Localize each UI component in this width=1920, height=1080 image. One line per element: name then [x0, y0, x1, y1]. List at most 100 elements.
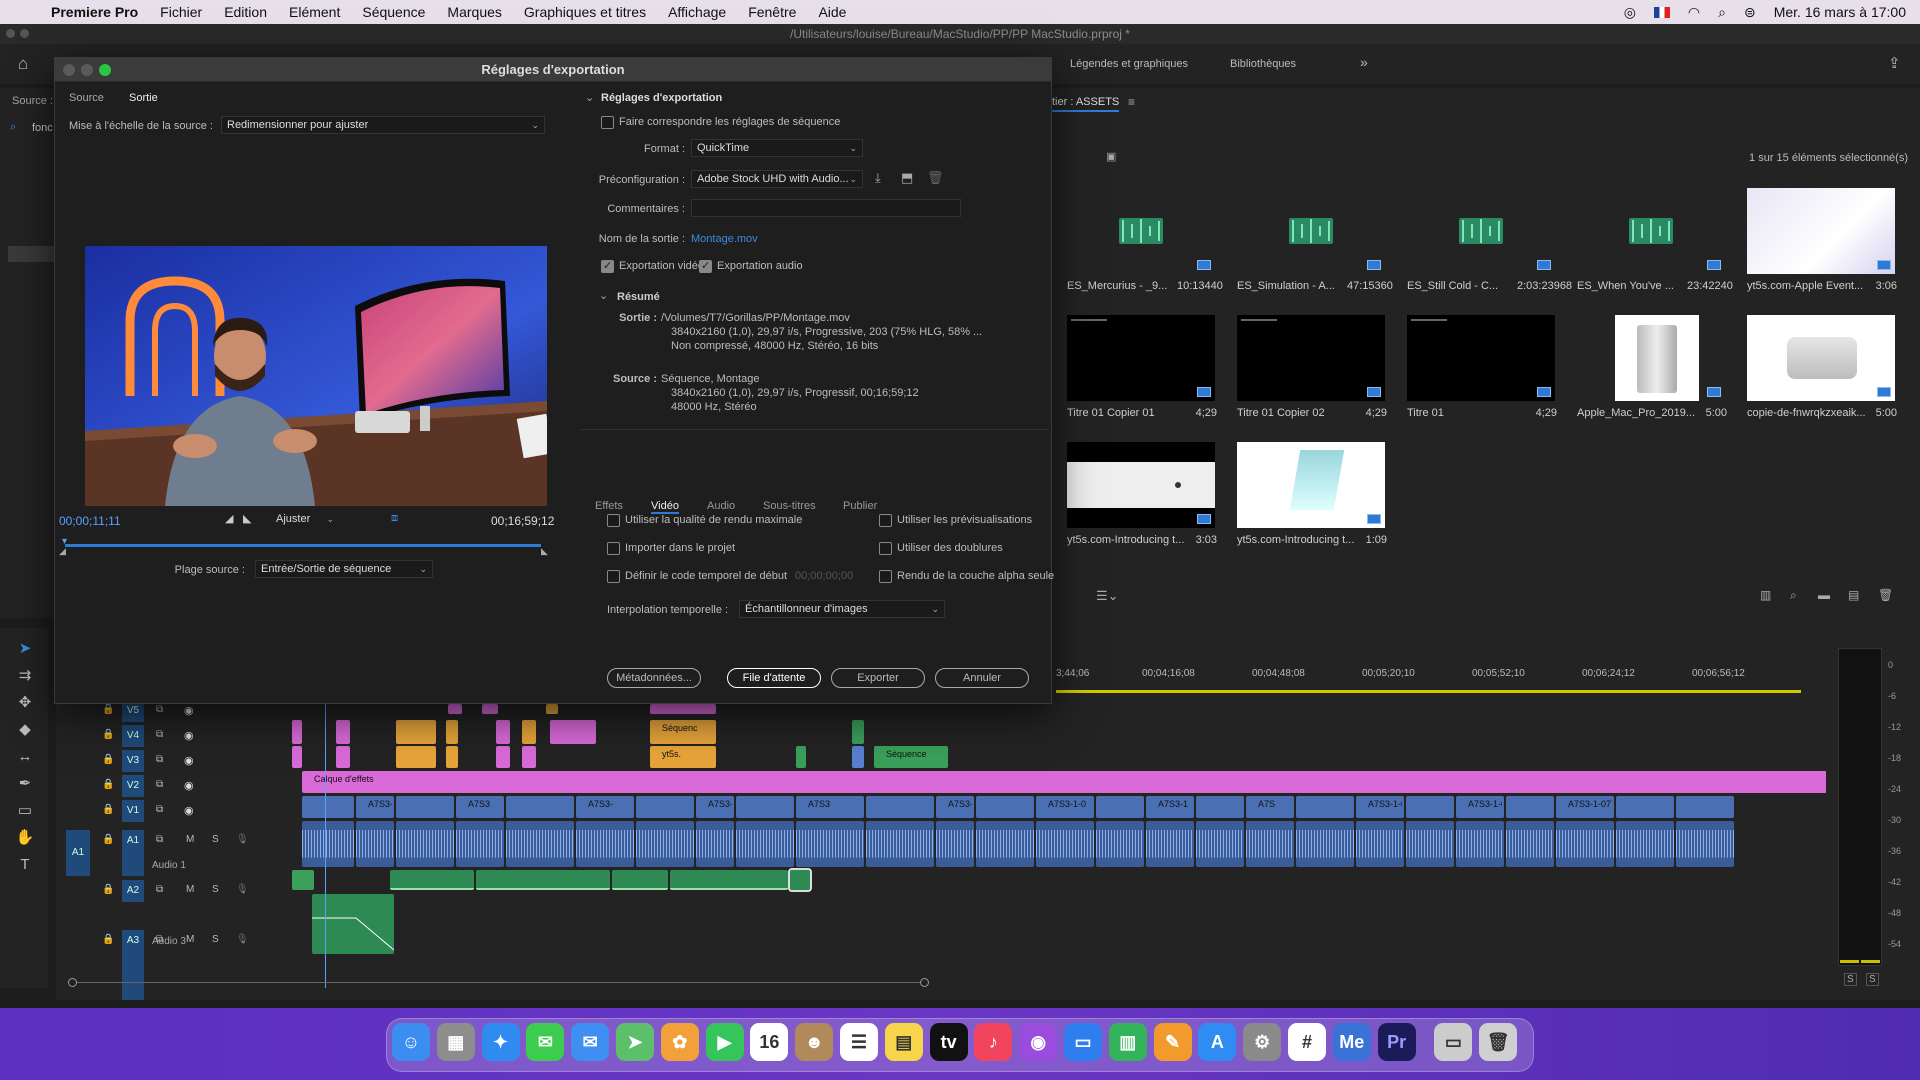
clip-v1[interactable]: A7S3-1-0773. — [1356, 796, 1404, 818]
solo-button[interactable]: S — [212, 884, 219, 895]
eye-icon[interactable]: ◉ — [184, 779, 194, 792]
clip-v3[interactable] — [522, 746, 536, 768]
tab-effects[interactable]: Effets — [595, 500, 623, 512]
rectangle-icon[interactable]: ▭ — [14, 800, 36, 822]
sync-icon[interactable]: ⧉ — [156, 834, 163, 845]
max-quality-checkbox[interactable] — [607, 514, 620, 527]
tab-audio[interactable]: Audio — [707, 500, 735, 512]
files-icon[interactable]: ▭ — [1434, 1023, 1473, 1061]
more-workspaces-icon[interactable]: » — [1360, 54, 1368, 70]
clip-v1[interactable]: A7S3-1 — [1146, 796, 1194, 818]
clip-v4[interactable] — [550, 720, 596, 744]
alpha-only-checkbox[interactable] — [879, 570, 892, 583]
lock-icon[interactable]: 🔒 — [102, 804, 114, 815]
track-target[interactable]: A1 — [122, 830, 144, 876]
clip-a1[interactable] — [1556, 821, 1614, 867]
selection-tool-icon[interactable]: ➤ — [14, 638, 36, 660]
solo-button[interactable]: S — [212, 834, 219, 845]
selected-row[interactable] — [8, 246, 56, 262]
track-target[interactable]: V3 — [122, 750, 144, 772]
keynote-icon[interactable]: ▭ — [1064, 1023, 1102, 1061]
asset-thumb[interactable] — [1067, 315, 1215, 401]
asset-thumb[interactable] — [1237, 315, 1385, 401]
clip-v4[interactable] — [446, 720, 458, 744]
menu-view[interactable]: Affichage — [668, 4, 726, 20]
clip-a1[interactable] — [696, 821, 734, 867]
music-icon[interactable]: ♪ — [974, 1023, 1013, 1061]
track-target[interactable]: V1 — [122, 800, 144, 822]
start-tc-checkbox[interactable] — [607, 570, 620, 583]
track-target[interactable]: V2 — [122, 775, 144, 797]
queue-button[interactable]: File d'attente — [727, 668, 821, 688]
me-icon[interactable]: Me — [1332, 1023, 1371, 1061]
save-preset-icon[interactable]: ⤓ — [875, 170, 881, 186]
clip-v1[interactable] — [976, 796, 1034, 818]
clip-v1[interactable] — [1616, 796, 1674, 818]
clip-v1[interactable]: A7S3-1-0 — [1036, 796, 1094, 818]
eye-icon[interactable]: ◉ — [184, 729, 194, 742]
clip-yt5s[interactable]: yt5s. — [650, 746, 716, 768]
mute-button[interactable]: M — [186, 884, 194, 895]
clip-a1[interactable] — [866, 821, 934, 867]
reminders-icon[interactable]: ☰ — [840, 1023, 878, 1061]
bin-icon[interactable]: ▬ — [1818, 588, 1830, 602]
track-select-icon[interactable]: ⇉ — [14, 665, 36, 687]
clip-v4[interactable] — [522, 720, 536, 744]
interp-dropdown[interactable]: Échantillonneur d'images ⌄ — [739, 600, 945, 618]
asset-thumb[interactable] — [1237, 442, 1385, 528]
creative-cloud-icon[interactable]: ◎ — [1624, 4, 1636, 21]
clip-a1[interactable] — [1196, 821, 1244, 867]
clip-a1[interactable] — [302, 821, 354, 867]
tab-captions[interactable]: Légendes et graphiques — [1070, 58, 1188, 70]
clip-v1[interactable] — [1406, 796, 1454, 818]
safari-icon[interactable]: ✦ — [481, 1023, 520, 1061]
out-point-marker[interactable]: ◣ — [541, 546, 548, 557]
clip-a1[interactable] — [456, 821, 504, 867]
clip-v1[interactable] — [302, 796, 354, 818]
mail-icon[interactable]: ✉ — [571, 1023, 610, 1061]
menu-element[interactable]: Elément — [289, 4, 340, 20]
menu-sequence[interactable]: Séquence — [362, 4, 425, 20]
set-in-icon[interactable]: ◢ — [225, 512, 233, 525]
new-item-icon[interactable]: ▤ — [1848, 588, 1859, 602]
facetime-icon[interactable]: ▶ — [705, 1023, 744, 1061]
clip-v1[interactable]: A7S3-1-0773.MP4 — [1556, 796, 1614, 818]
lock-icon[interactable]: 🔒 — [102, 729, 114, 740]
menu-app[interactable]: Premiere Pro — [51, 4, 138, 20]
clip-a2[interactable] — [476, 870, 610, 890]
clip-v3[interactable] — [292, 746, 302, 768]
asset-thumb[interactable] — [1747, 315, 1895, 401]
cancel-button[interactable]: Annuler — [935, 668, 1029, 688]
tab-captions-export[interactable]: Sous-titres — [763, 500, 816, 512]
clip-a1[interactable] — [1406, 821, 1454, 867]
clip-a2[interactable] — [612, 870, 668, 890]
control-center-icon[interactable]: ⊜ — [1744, 4, 1756, 21]
pen-icon[interactable]: ✒ — [14, 773, 36, 795]
clip-v1[interactable] — [1196, 796, 1244, 818]
clip-v1[interactable]: A7S3 — [456, 796, 504, 818]
trash-icon[interactable]: 🗑 — [1878, 588, 1893, 602]
output-name-link[interactable]: Montage.mov — [691, 233, 758, 245]
asset-thumb[interactable] — [1067, 188, 1215, 274]
source-range-bar[interactable] — [65, 544, 541, 547]
scale-dropdown[interactable]: Redimensionner pour ajuster ⌄ — [221, 116, 545, 134]
menu-file[interactable]: Fichier — [160, 4, 202, 20]
asset-thumb[interactable] — [1407, 315, 1555, 401]
set-out-icon[interactable]: ◣ — [243, 512, 251, 525]
menu-help[interactable]: Aide — [818, 4, 846, 20]
eye-icon[interactable]: ◉ — [184, 804, 194, 817]
maps-icon[interactable]: ➤ — [616, 1023, 654, 1061]
search-icon[interactable]: ⌕ — [1718, 4, 1726, 21]
crop-icon[interactable]: ⧈ — [391, 512, 398, 525]
panel-menu-icon[interactable]: ≡ — [1128, 95, 1135, 109]
track-target[interactable]: A2 — [122, 880, 144, 902]
contacts-icon[interactable]: ☻ — [795, 1023, 834, 1061]
clip-v4[interactable] — [396, 720, 436, 744]
clip-v5[interactable] — [482, 704, 498, 714]
clip-a1[interactable] — [396, 821, 454, 867]
clip-v1[interactable]: A7S3-1- — [936, 796, 974, 818]
clip-v3[interactable] — [496, 746, 510, 768]
share-icon[interactable]: ⇪ — [1888, 54, 1901, 72]
clip-v1[interactable] — [506, 796, 574, 818]
track-target[interactable]: V4 — [122, 725, 144, 747]
